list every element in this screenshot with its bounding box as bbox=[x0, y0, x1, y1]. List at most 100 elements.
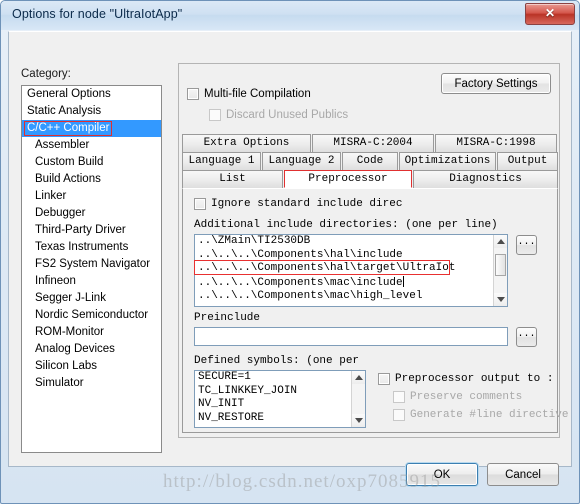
category-item-rom-monitor[interactable]: ROM-Monitor bbox=[22, 324, 161, 341]
defined-symbols-label: Defined symbols: (one per bbox=[194, 355, 360, 367]
category-item-label: Infineon bbox=[35, 275, 76, 287]
category-item-label: Static Analysis bbox=[27, 105, 102, 117]
include-browse-button[interactable]: ... bbox=[516, 235, 537, 255]
category-item-third-party-driver[interactable]: Third-Party Driver bbox=[22, 222, 161, 239]
scrollbar-thumb[interactable] bbox=[495, 254, 506, 276]
tab-output[interactable]: Output bbox=[497, 152, 558, 170]
watermark-text: http://blog.csdn.net/oxp7085915 bbox=[163, 471, 441, 492]
multi-file-compilation-checkbox[interactable] bbox=[187, 88, 199, 100]
defined-symbols-scrollbar[interactable] bbox=[351, 371, 365, 427]
options-tab-strip[interactable]: Extra Options MISRA-C:2004 MISRA-C:1998 … bbox=[182, 134, 558, 188]
scroll-down-icon[interactable] bbox=[352, 414, 365, 427]
preprocessor-output-row[interactable]: Preprocessor output to : bbox=[378, 373, 553, 385]
tab-row-3[interactable]: List Preprocessor Diagnostics bbox=[182, 170, 558, 188]
tab-list[interactable]: List bbox=[182, 170, 283, 188]
scroll-up-icon[interactable] bbox=[494, 235, 507, 248]
preserve-comments-checkbox bbox=[393, 391, 405, 403]
category-item-label: Custom Build bbox=[35, 156, 104, 168]
category-list[interactable]: General Options Static Analysis C/C++ Comp… bbox=[21, 85, 162, 453]
tab-optimizations[interactable]: Optimizations bbox=[399, 152, 496, 170]
defined-symbol-line: NV_RESTORE bbox=[198, 411, 265, 424]
close-icon: ✕ bbox=[544, 6, 556, 20]
category-item-silicon-labs[interactable]: Silicon Labs bbox=[22, 358, 161, 375]
preinclude-input[interactable] bbox=[194, 327, 508, 346]
defined-symbol-line: TC_LINKKEY_JOIN bbox=[198, 384, 298, 397]
category-item-label: Texas Instruments bbox=[35, 241, 129, 253]
include-path-line: ..\..\..\Components\hal\include bbox=[198, 248, 403, 261]
tab-language-1[interactable]: Language 1 bbox=[182, 152, 261, 170]
preserve-comments-row: Preserve comments bbox=[393, 391, 522, 403]
category-item-build-actions[interactable]: Build Actions bbox=[22, 171, 161, 188]
category-item-label: Analog Devices bbox=[35, 343, 115, 355]
category-item-general-options[interactable]: General Options bbox=[22, 86, 161, 103]
tab-row-2[interactable]: Language 1 Language 2 Code Optimizations… bbox=[182, 152, 558, 170]
category-item-nordic-semiconductor[interactable]: Nordic Semiconductor bbox=[22, 307, 161, 324]
preprocessor-output-label: Preprocessor output to : bbox=[395, 373, 554, 385]
generate-line-directives-checkbox bbox=[393, 409, 405, 421]
factory-settings-button[interactable]: Factory Settings bbox=[441, 73, 551, 94]
close-button[interactable]: ✕ bbox=[525, 3, 575, 25]
generate-line-directives-row: Generate #line directive bbox=[393, 409, 568, 421]
category-item-label: Linker bbox=[35, 190, 67, 202]
scroll-up-icon[interactable] bbox=[352, 371, 365, 384]
category-item-label: Debugger bbox=[35, 207, 86, 219]
preinclude-browse-button[interactable]: ... bbox=[516, 327, 537, 347]
tab-extra-options[interactable]: Extra Options bbox=[182, 134, 311, 152]
category-item-custom-build[interactable]: Custom Build bbox=[22, 154, 161, 171]
category-item-analog-devices[interactable]: Analog Devices bbox=[22, 341, 161, 358]
category-item-label: C/C++ Compiler bbox=[24, 121, 113, 136]
category-item-debugger[interactable]: Debugger bbox=[22, 205, 161, 222]
category-item-static-analysis[interactable]: Static Analysis bbox=[22, 103, 161, 120]
category-item-texas-instruments[interactable]: Texas Instruments bbox=[22, 239, 161, 256]
ignore-standard-include-checkbox[interactable] bbox=[194, 198, 206, 210]
cancel-button[interactable]: Cancel bbox=[487, 463, 559, 486]
include-scrollbar[interactable] bbox=[493, 235, 507, 306]
category-item-label: Build Actions bbox=[35, 173, 101, 185]
include-path-line: ..\..\..\Components\mac\high_level bbox=[198, 290, 423, 302]
category-label: Category: bbox=[21, 68, 71, 80]
category-item-simulator[interactable]: Simulator bbox=[22, 375, 161, 392]
category-item-segger-j-link[interactable]: Segger J-Link bbox=[22, 290, 161, 307]
category-item-label: ROM-Monitor bbox=[35, 326, 105, 338]
category-item-label: Silicon Labs bbox=[35, 360, 98, 372]
tab-diagnostics[interactable]: Diagnostics bbox=[413, 170, 558, 188]
category-item-fs2-system-navigator[interactable]: FS2 System Navigator bbox=[22, 256, 161, 273]
defined-symbols-input[interactable]: SECURE=1 TC_LINKKEY_JOIN NV_INIT NV_REST… bbox=[194, 370, 366, 428]
scroll-down-icon[interactable] bbox=[494, 293, 507, 306]
tab-language-2[interactable]: Language 2 bbox=[262, 152, 341, 170]
preprocessor-output-checkbox[interactable] bbox=[378, 373, 390, 385]
tab-misra-c-2004[interactable]: MISRA-C:2004 bbox=[312, 134, 434, 152]
multi-file-compilation-label: Multi-file Compilation bbox=[204, 88, 311, 100]
preserve-comments-label: Preserve comments bbox=[410, 391, 523, 403]
discard-unused-publics-checkbox bbox=[209, 109, 221, 121]
options-dialog: Options for node "UltraIotApp" ✕ Categor… bbox=[0, 0, 580, 504]
include-path-text: ..\..\..\Components\mac\include bbox=[198, 276, 403, 289]
category-item-label: Nordic Semiconductor bbox=[35, 309, 149, 321]
include-path-line: ..\..\..\Components\hal\target\UltraIot bbox=[198, 262, 456, 274]
include-path-line: ..\..\..\Components\mac\include bbox=[195, 275, 507, 291]
category-item-infineon[interactable]: Infineon bbox=[22, 273, 161, 290]
defined-symbol-line: NV_INIT bbox=[198, 398, 245, 410]
category-item-assembler[interactable]: Assembler bbox=[22, 137, 161, 154]
ignore-standard-include-row[interactable]: Ignore standard include direc bbox=[194, 198, 402, 210]
category-item-label: Assembler bbox=[35, 139, 90, 151]
tab-code[interactable]: Code bbox=[342, 152, 398, 170]
ignore-standard-include-label: Ignore standard include direc bbox=[211, 198, 403, 210]
compiler-options-panel: Factory Settings Multi-file Compilation … bbox=[178, 63, 568, 438]
include-path-line: ..\ZMain\TI2530DB bbox=[198, 235, 311, 247]
preinclude-label: Preinclude bbox=[194, 312, 261, 324]
tab-row-1[interactable]: Extra Options MISRA-C:2004 MISRA-C:1998 bbox=[182, 134, 558, 152]
preprocessor-tab-panel: Ignore standard include direc Additional… bbox=[182, 188, 568, 433]
category-item-c-c-compiler[interactable]: C/C++ Compiler bbox=[22, 120, 161, 137]
additional-include-directories-label: Additional include directories: (one per… bbox=[194, 219, 498, 231]
multi-file-compilation-checkbox-row[interactable]: Multi-file Compilation bbox=[187, 88, 311, 100]
discard-unused-publics-checkbox-row: Discard Unused Publics bbox=[209, 109, 348, 121]
category-item-linker[interactable]: Linker bbox=[22, 188, 161, 205]
tab-misra-c-1998[interactable]: MISRA-C:1998 bbox=[435, 134, 557, 152]
category-item-label: FS2 System Navigator bbox=[35, 258, 151, 270]
tab-preprocessor[interactable]: Preprocessor bbox=[284, 170, 412, 188]
text-caret bbox=[402, 275, 404, 287]
category-item-label: General Options bbox=[27, 88, 111, 100]
additional-include-directories-input[interactable]: ..\ZMain\TI2530DB ..\..\..\Components\ha… bbox=[194, 234, 508, 307]
defined-symbol-line: SECURE=1 bbox=[198, 371, 251, 383]
